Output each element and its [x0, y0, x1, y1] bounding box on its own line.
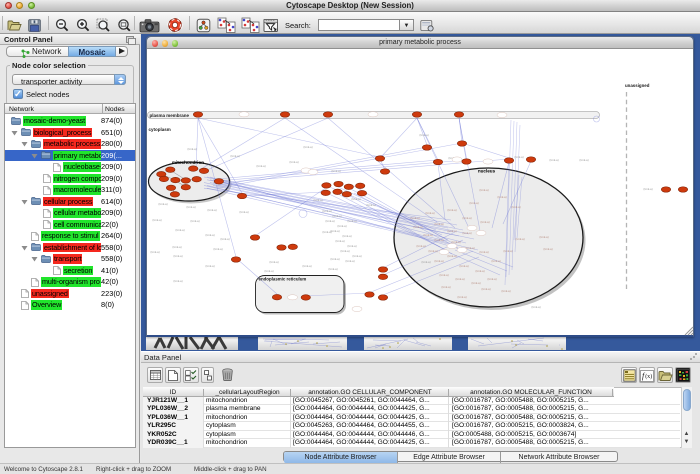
- svg-text:(Unk-a): (Unk-a): [328, 267, 337, 271]
- svg-text:(Unk-a): (Unk-a): [332, 214, 341, 218]
- svg-text:(Unk-a): (Unk-a): [539, 235, 548, 239]
- svg-text:(Unk-a): (Unk-a): [501, 289, 510, 293]
- svg-text:(Unk-a): (Unk-a): [511, 205, 520, 209]
- svg-text:(Unk-a): (Unk-a): [434, 222, 443, 226]
- svg-text:(Unk-a): (Unk-a): [335, 239, 344, 243]
- svg-text:(Unk-a): (Unk-a): [479, 188, 488, 192]
- svg-text:(x): (x): [645, 373, 652, 380]
- svg-text:(Unk-a): (Unk-a): [475, 269, 484, 273]
- svg-text:(Unk-a): (Unk-a): [337, 224, 346, 228]
- svg-text:(Unk-a): (Unk-a): [514, 155, 523, 159]
- svg-text:(Unk-a): (Unk-a): [643, 187, 652, 191]
- svg-text:(Unk-a): (Unk-a): [256, 164, 265, 168]
- svg-text:(Unk-a): (Unk-a): [471, 281, 480, 285]
- svg-text:(Unk-a): (Unk-a): [345, 259, 354, 263]
- svg-text:(Unk-a): (Unk-a): [172, 245, 181, 249]
- svg-text:(Unk-a): (Unk-a): [459, 264, 468, 268]
- svg-text:(Unk-a): (Unk-a): [503, 249, 512, 253]
- svg-text:(Unk-a): (Unk-a): [351, 197, 360, 201]
- svg-text:(Unk-a): (Unk-a): [428, 249, 437, 253]
- svg-text:(Unk-a): (Unk-a): [230, 154, 239, 158]
- svg-text:(Unk-a): (Unk-a): [220, 237, 229, 241]
- svg-text:(Unk-a): (Unk-a): [186, 205, 195, 209]
- svg-text:(Unk-a): (Unk-a): [447, 229, 456, 233]
- svg-text:(Unk-a): (Unk-a): [479, 250, 488, 254]
- svg-text:(Unk-a): (Unk-a): [175, 228, 184, 232]
- svg-text:(Unk-a): (Unk-a): [347, 244, 356, 248]
- svg-text:(Unk-a): (Unk-a): [447, 208, 456, 212]
- svg-text:(Unk-a): (Unk-a): [289, 160, 298, 164]
- svg-text:(Unk-a): (Unk-a): [579, 158, 588, 162]
- svg-text:(Unk-a): (Unk-a): [549, 158, 558, 162]
- svg-text:(Unk-a): (Unk-a): [325, 219, 334, 223]
- svg-text:(Unk-a): (Unk-a): [352, 254, 361, 258]
- svg-text:(Unk-a): (Unk-a): [491, 259, 500, 263]
- svg-text:mitochondrion: mitochondrion: [172, 160, 204, 165]
- svg-text:(Unk-a): (Unk-a): [331, 169, 340, 173]
- svg-text:(Unk-a): (Unk-a): [434, 259, 443, 263]
- svg-text:(Unk-a): (Unk-a): [187, 147, 196, 151]
- svg-text:endoplasmic reticulum: endoplasmic reticulum: [259, 277, 307, 282]
- svg-text:(Unk-a): (Unk-a): [152, 218, 161, 222]
- svg-text:(Unk-a): (Unk-a): [173, 254, 182, 258]
- svg-text:(Unk-a): (Unk-a): [239, 210, 248, 214]
- svg-text:(Unk-a): (Unk-a): [410, 216, 419, 220]
- svg-text:(Unk-a): (Unk-a): [205, 233, 214, 237]
- svg-text:(Unk-a): (Unk-a): [322, 209, 331, 213]
- svg-text:(Unk-a): (Unk-a): [342, 234, 351, 238]
- svg-text:cytoplasm: cytoplasm: [149, 127, 171, 132]
- svg-text:(Unk-a): (Unk-a): [462, 231, 471, 235]
- svg-text:(Unk-a): (Unk-a): [313, 198, 322, 202]
- svg-text:(Unk-a): (Unk-a): [531, 305, 540, 309]
- svg-text:(Unk-a): (Unk-a): [264, 269, 273, 273]
- svg-text:(Unk-a): (Unk-a): [347, 219, 356, 223]
- svg-text:(Unk-a): (Unk-a): [515, 237, 524, 241]
- svg-text:(Unk-a): (Unk-a): [497, 195, 506, 199]
- svg-text:(Unk-a): (Unk-a): [190, 219, 199, 223]
- svg-text:(Unk-a): (Unk-a): [303, 145, 312, 149]
- svg-text:(Unk-a): (Unk-a): [416, 244, 425, 248]
- svg-text:(Unk-a): (Unk-a): [366, 203, 375, 207]
- svg-text:(Unk-a): (Unk-a): [269, 260, 278, 264]
- svg-text:(Unk-a): (Unk-a): [207, 208, 216, 212]
- svg-text:(Unk-a): (Unk-a): [419, 133, 428, 137]
- svg-text:(Unk-a): (Unk-a): [322, 230, 331, 234]
- svg-text:(Unk-a): (Unk-a): [480, 220, 489, 224]
- svg-text:plasma membrane: plasma membrane: [150, 113, 190, 118]
- svg-text:(Unk-a): (Unk-a): [462, 216, 471, 220]
- svg-text:(Unk-a): (Unk-a): [330, 257, 339, 261]
- svg-text:(Unk-a): (Unk-a): [205, 264, 214, 268]
- svg-text:(Unk-a): (Unk-a): [158, 202, 167, 206]
- svg-text:(Unk-a): (Unk-a): [421, 260, 430, 264]
- svg-text:nucleus: nucleus: [478, 169, 496, 174]
- svg-text:(Unk-a): (Unk-a): [487, 277, 496, 281]
- svg-text:(Unk-a): (Unk-a): [150, 250, 159, 254]
- svg-text:(Unk-a): (Unk-a): [423, 233, 432, 237]
- svg-text:(Unk-a): (Unk-a): [481, 287, 490, 291]
- svg-text:(Unk-a): (Unk-a): [457, 295, 466, 299]
- svg-text:(Unk-a): (Unk-a): [441, 285, 450, 289]
- svg-text:(Unk-a): (Unk-a): [213, 247, 222, 251]
- svg-text:(Unk-a): (Unk-a): [330, 229, 339, 233]
- svg-text:(Unk-a): (Unk-a): [439, 273, 448, 277]
- svg-text:(Unk-a): (Unk-a): [455, 277, 464, 281]
- svg-text:unassigned: unassigned: [625, 83, 650, 88]
- svg-text:(Unk-a): (Unk-a): [469, 201, 478, 205]
- svg-text:(Unk-a): (Unk-a): [302, 264, 311, 268]
- svg-text:(Unk-a): (Unk-a): [447, 254, 456, 258]
- svg-text:(Unk-a): (Unk-a): [425, 211, 434, 215]
- svg-text:(Unk-a): (Unk-a): [173, 279, 182, 283]
- svg-text:(Unk-a): (Unk-a): [434, 238, 443, 242]
- svg-text:(Unk-a): (Unk-a): [543, 247, 552, 251]
- svg-text:(Unk-a): (Unk-a): [413, 225, 422, 229]
- svg-text:(Unk-a): (Unk-a): [340, 249, 349, 253]
